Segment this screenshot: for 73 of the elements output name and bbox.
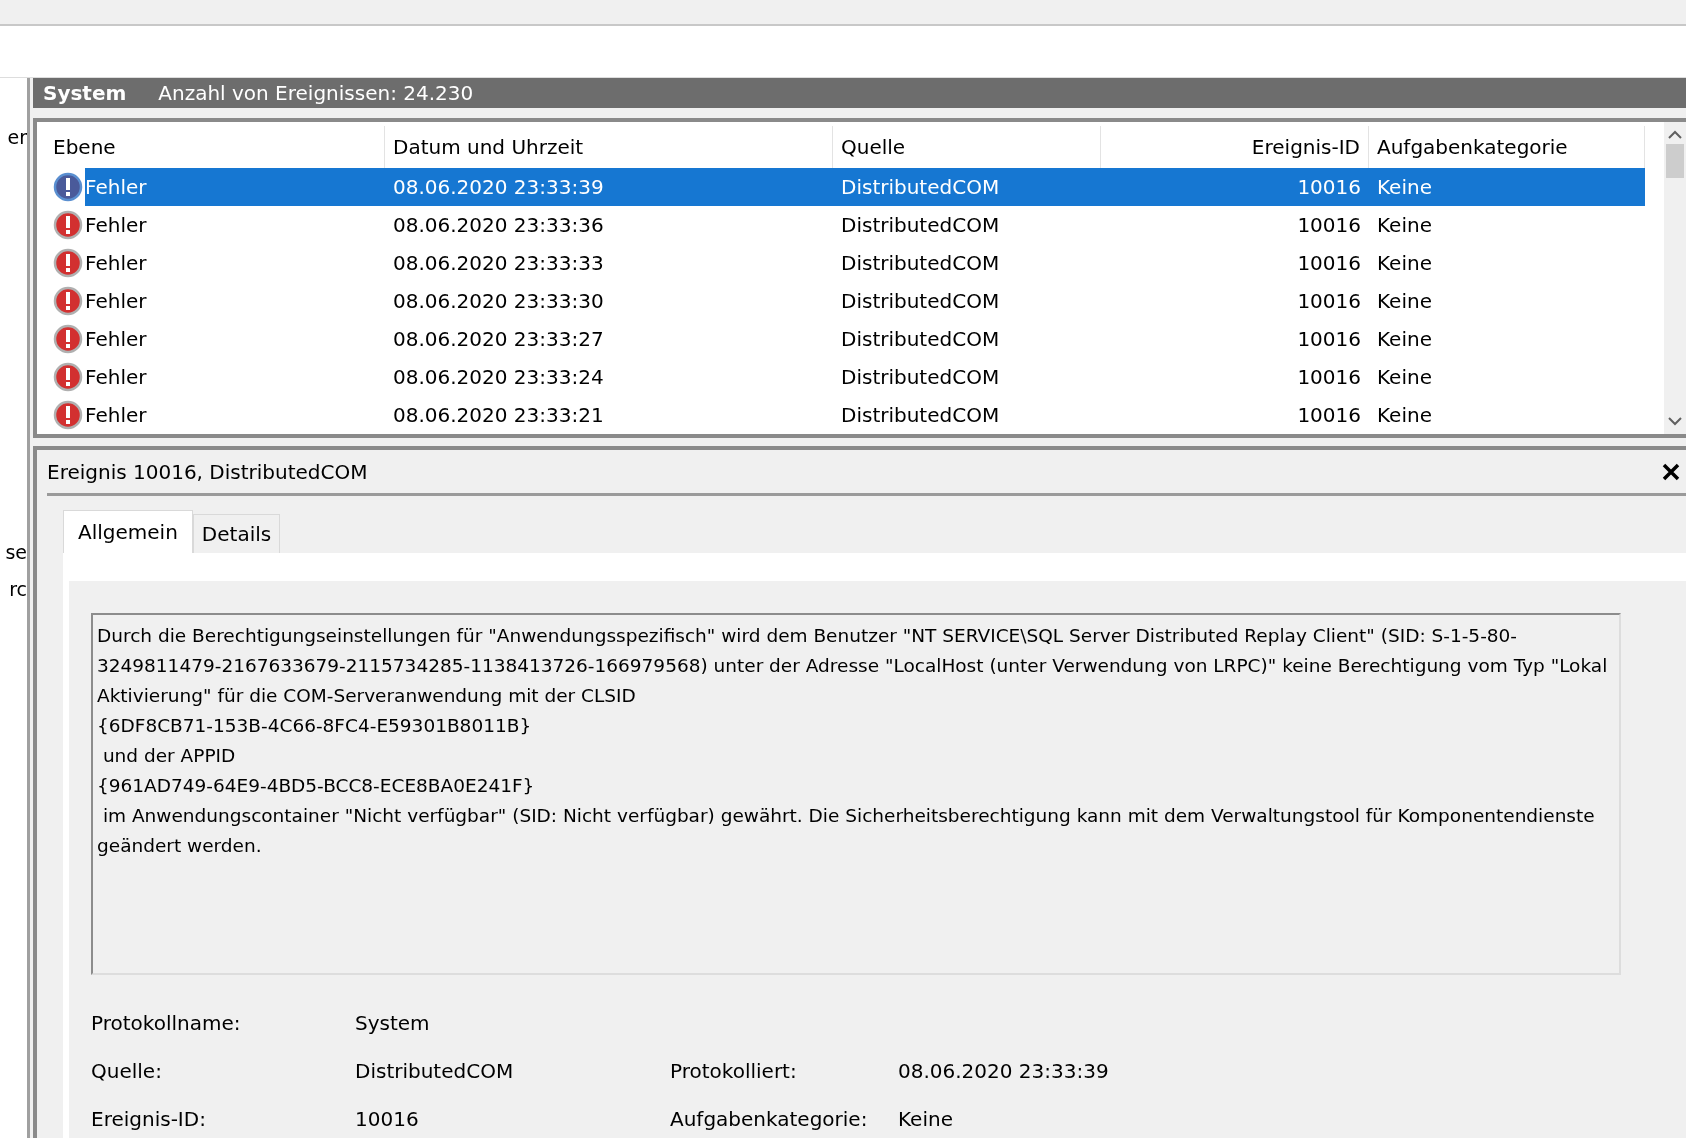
field-label: Aufgabenkategorie:	[670, 1106, 869, 1133]
table-cell-text: Fehler	[85, 212, 147, 239]
table-cell-text: 10016	[1296, 288, 1362, 315]
table-cell-text: DistributedCOM	[840, 402, 1001, 429]
error-icon	[53, 400, 83, 430]
error-icon	[53, 324, 83, 354]
scroll-thumb[interactable]	[1666, 144, 1684, 178]
table-cell-text: Fehler	[85, 288, 147, 315]
nav-item-text[interactable]: er	[7, 128, 27, 147]
close-icon[interactable]	[1662, 462, 1680, 481]
table-cell-text: 10016	[1296, 212, 1362, 239]
nav-item-text[interactable]: rc	[9, 580, 27, 599]
field-value: System	[355, 1010, 431, 1037]
detail-title: Ereignis 10016, DistributedCOM	[47, 458, 368, 486]
error-icon	[53, 362, 83, 392]
table-cell-text: DistributedCOM	[840, 364, 1001, 391]
table-cell-text: 08.06.2020 23:33:21	[392, 402, 605, 429]
table-cell-text: 10016	[1296, 402, 1362, 429]
scroll-up-icon[interactable]	[1668, 130, 1682, 140]
field-label: Protokolliert:	[670, 1058, 798, 1085]
table-row[interactable]: Fehler 08.06.2020 23:33:24 DistributedCOM 10016 Keine	[45, 358, 1664, 396]
table-row[interactable]: Fehler 08.06.2020 23:33:39 DistributedCOM 10016 Keine	[45, 168, 1664, 206]
scrollbar[interactable]	[1664, 122, 1686, 434]
table-cell-text: Fehler	[85, 250, 147, 277]
table-cell-text: 08.06.2020 23:33:36	[392, 212, 605, 239]
table-row[interactable]: Fehler 08.06.2020 23:33:36 DistributedCOM 10016 Keine	[45, 206, 1664, 244]
field-value: Keine	[898, 1106, 954, 1133]
table-cell-text: 08.06.2020 23:33:24	[392, 364, 605, 391]
table-cell: 10016	[1101, 168, 1369, 206]
field-value: 08.06.2020 23:33:39	[898, 1058, 1110, 1085]
error-icon	[53, 286, 83, 316]
table-cell-text: Keine	[1376, 250, 1433, 277]
field-value: DistributedCOM	[355, 1058, 515, 1085]
table-cell-text: 08.06.2020 23:33:30	[392, 288, 605, 315]
field-label: Protokollname:	[91, 1010, 242, 1037]
error-icon	[53, 172, 83, 202]
table-cell: DistributedCOM	[833, 168, 1101, 206]
table-cell-text: 10016	[1296, 326, 1362, 353]
table-cell-text: 08.06.2020 23:33:33	[392, 250, 605, 277]
field-label: Quelle:	[91, 1058, 163, 1085]
scroll-down-icon[interactable]	[1668, 416, 1682, 426]
table-cell-text: DistributedCOM	[840, 326, 1001, 353]
table-cell-text: Keine	[1376, 326, 1433, 353]
error-icon	[53, 210, 83, 240]
table-cell-text: 08.06.2020 23:33:27	[392, 326, 605, 353]
table-row[interactable]: Fehler 08.06.2020 23:33:33 DistributedCOM 10016 Keine	[45, 244, 1664, 282]
table-cell: Fehler	[85, 168, 385, 206]
table-row[interactable]: Fehler 08.06.2020 23:33:21 DistributedCOM 10016 Keine	[45, 396, 1664, 434]
table-cell-text: 10016	[1296, 364, 1362, 391]
table-cell-text: Fehler	[85, 364, 147, 391]
table-cell-text: 10016	[1296, 250, 1362, 277]
tab[interactable]: Details	[192, 514, 281, 553]
table-cell-text: Keine	[1376, 212, 1433, 239]
table-cell-text: DistributedCOM	[840, 212, 1001, 239]
table-cell-text: Fehler	[85, 326, 147, 353]
nav-item-text[interactable]: se	[5, 543, 27, 562]
table-row[interactable]: Fehler 08.06.2020 23:33:27 DistributedCOM 10016 Keine	[45, 320, 1664, 358]
table-cell: Keine	[1369, 168, 1645, 206]
event-count: Anzahl von Ereignissen: 24.230	[158, 80, 474, 107]
error-icon	[53, 248, 83, 278]
table-row[interactable]: Fehler 08.06.2020 23:33:30 DistributedCOM 10016 Keine	[45, 282, 1664, 320]
table-cell-text: Keine	[1376, 364, 1433, 391]
tab[interactable]: Allgemein	[63, 510, 193, 553]
field-value: 10016	[355, 1106, 420, 1133]
table-cell-text: Keine	[1376, 402, 1433, 429]
log-name: System	[43, 80, 127, 107]
table-cell-text: DistributedCOM	[840, 250, 1001, 277]
table-cell-text: DistributedCOM	[840, 288, 1001, 315]
field-label: Ereignis-ID:	[91, 1106, 207, 1133]
event-description: Durch die Berechtigungseinstellungen für "Anwendungsspezifisch" wird dem Benutzer "NT SERVICE\SQL Server Distributed Replay Client" (SID: S-1-5-80-3249811479-2167633679-2115734285-1138413726-166979568) unter der Adresse "LocalHost (unter Verwendung von LRPC)" keine Berechtigung vom Typ "Lokal Aktivierung" für die COM-Serveranwendung mit der CLSID {6DF8CB71-153B-4C66-8FC4-E59301B8011B} und der APPID {961AD749-64E9-4BD5-BCC8-ECE8BA0E241F} im Anwendungscontainer "Nicht verfügbar" (SID: Nicht verfügbar) gewährt. Die Sicherheitsberechtigung kann mit dem Verwaltungstool für Komponentendienste geändert werden.	[91, 613, 1621, 975]
table-cell: 08.06.2020 23:33:39	[385, 168, 833, 206]
table-cell-text: Keine	[1376, 288, 1433, 315]
table-cell-text: Fehler	[85, 402, 147, 429]
